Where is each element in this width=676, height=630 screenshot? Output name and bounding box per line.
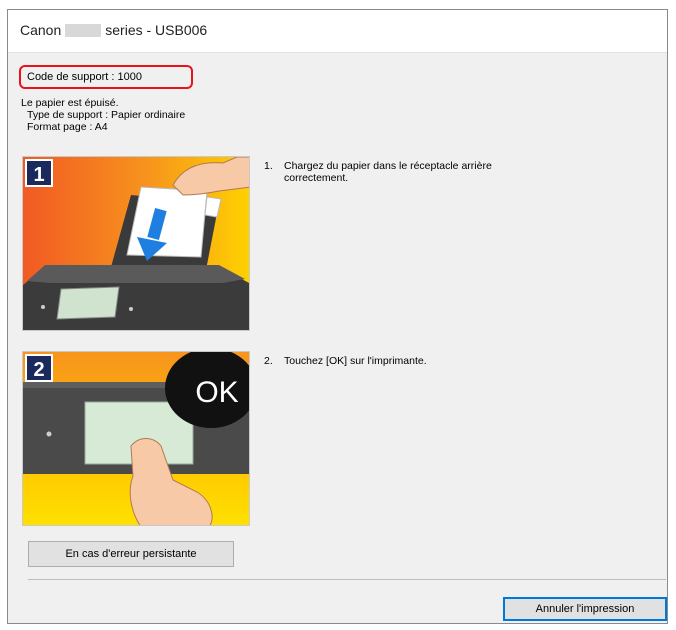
step1-text-line2: correctement. [284,172,349,184]
title-bar: Canon series - USB006 [8,10,667,53]
window-title: Canon series - USB006 [20,22,207,38]
ok-bubble-text: OK [195,376,238,409]
step1-text-line1: Chargez du papier dans le réceptacle arr… [284,160,492,172]
window-title-prefix: Canon [20,22,62,38]
support-code-highlight: Code de support : 1000 [19,65,193,89]
support-code-label: Code de support : 1000 [27,71,142,83]
step2-badge: 2 [33,359,44,381]
step1-badge: 1 [33,164,44,186]
window-title-suffix: series - USB006 [105,22,208,38]
step2-text-line1: Touchez [OK] sur l'imprimante. [284,355,427,367]
persistent-error-button[interactable]: En cas d'erreur persistante [28,541,234,567]
paper-empty-text: Le papier est épuisé. [21,97,119,109]
error-message: Le papier est épuisé. Type de support : … [21,97,185,133]
step1-illustration: 1 [22,156,250,331]
separator [28,579,666,580]
step2-instruction: 2. Touchez [OK] sur l'imprimante. [264,355,624,367]
step2-number: 2. [264,355,273,367]
step1-instruction: 1. Chargez du papier dans le réceptacle a… [264,160,624,184]
step2-illustration: OK 2 [22,351,250,526]
media-type-text: Type de support : Papier ordinaire [27,109,186,121]
cancel-printing-button[interactable]: Annuler l'impression [503,597,667,621]
page-format-text: Format page : A4 [27,121,108,133]
redacted-model-name [65,24,102,37]
step1-number: 1. [264,160,273,172]
printer-error-dialog: Canon series - USB006 Code de support : 1… [7,9,668,624]
